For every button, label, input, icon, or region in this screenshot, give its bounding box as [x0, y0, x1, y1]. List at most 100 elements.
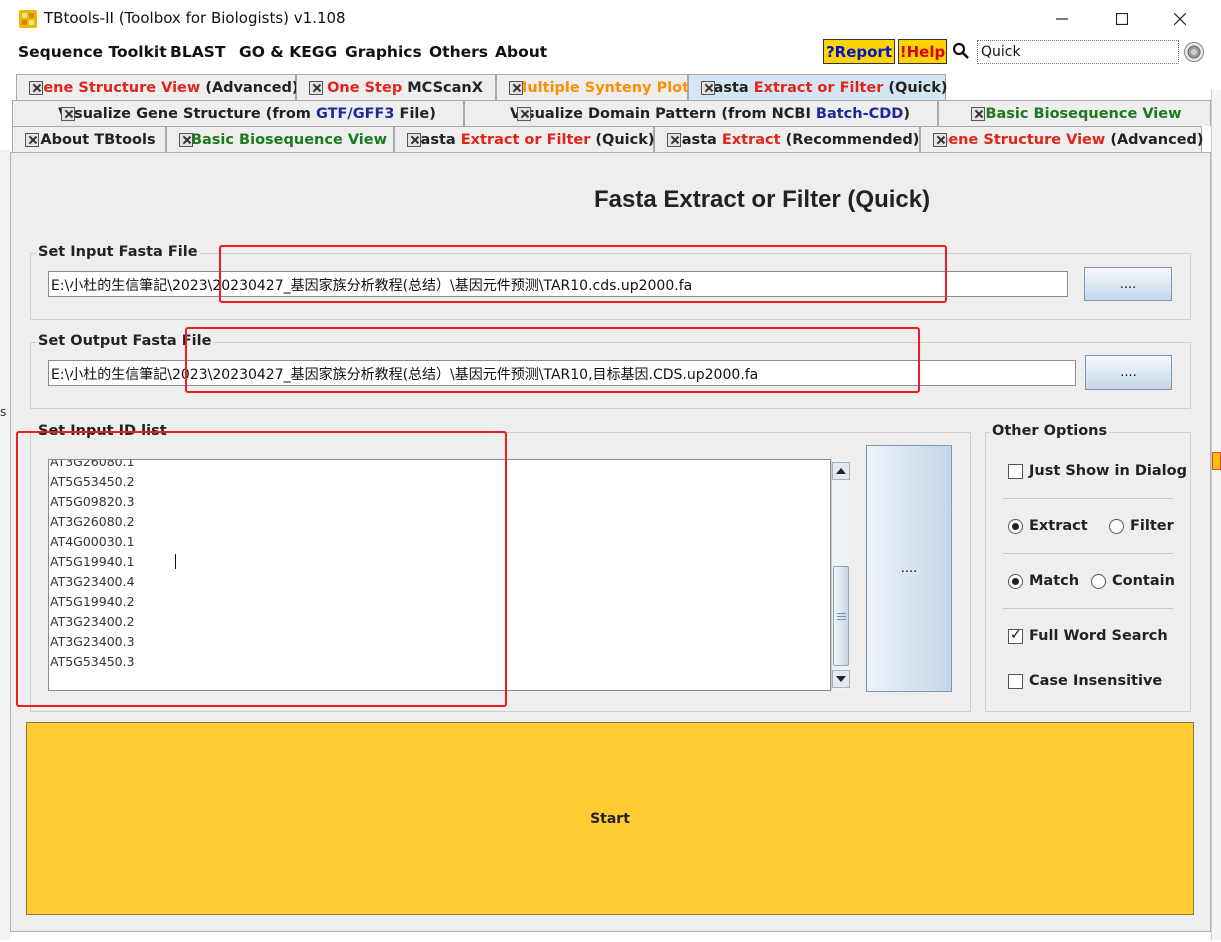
tab-label-part: One Step: [327, 79, 408, 96]
tab-visualize-gene-structure[interactable]: Visualize Gene Structure (from GTF/GFF3 …: [12, 100, 464, 126]
close-box-icon[interactable]: [701, 81, 715, 95]
start-button[interactable]: Start: [26, 722, 1194, 915]
tab-label: About TBtools: [40, 132, 155, 148]
close-button[interactable]: [1158, 4, 1202, 34]
tab-label-part: Basic Biosequence View: [985, 105, 1182, 122]
close-box-icon[interactable]: [29, 81, 43, 95]
background-window-left: [0, 150, 10, 940]
full-word-search-checkbox[interactable]: Full Word Search: [1008, 627, 1168, 644]
radio-icon: [1008, 573, 1023, 589]
menu-graphics[interactable]: Graphics: [345, 43, 422, 61]
tab-multiple-synteny-plot[interactable]: Multiple Synteny Plot: [496, 74, 690, 100]
output-fasta-browse-button[interactable]: ....: [1085, 355, 1172, 390]
annotation-box-idlist: [16, 431, 507, 707]
option-label: Full Word Search: [1029, 628, 1168, 644]
close-box-icon[interactable]: [309, 81, 323, 95]
radio-icon: [1008, 518, 1023, 534]
tab-label-part: Visualize Gene Structure (from: [58, 105, 316, 122]
checkbox-icon: [1008, 673, 1023, 689]
radio-icon: [1091, 573, 1106, 589]
case-insensitive-checkbox[interactable]: Case Insensitive: [1008, 673, 1162, 689]
menu-others[interactable]: Others: [429, 43, 488, 61]
page-title: Fasta Extract or Filter (Quick): [594, 186, 931, 213]
tab-about-tbtools[interactable]: About TBtools: [12, 126, 166, 152]
close-box-icon[interactable]: [25, 133, 39, 147]
tab-basic-biosequence-view-row2[interactable]: Basic Biosequence View: [938, 100, 1211, 126]
contain-radio[interactable]: Contain: [1091, 573, 1175, 589]
just-show-in-dialog-checkbox[interactable]: Just Show in Dialog: [1008, 463, 1187, 479]
help-button[interactable]: !Help: [898, 39, 947, 64]
option-label: Case Insensitive: [1029, 673, 1163, 689]
close-box-icon[interactable]: [667, 133, 681, 147]
checkbox-icon: [1008, 627, 1023, 644]
tab-label-part: Extract: [721, 131, 781, 148]
arrow-up-icon: [836, 468, 846, 474]
close-box-icon[interactable]: [509, 81, 523, 95]
tab-label-part: Extract or Filter: [753, 79, 884, 96]
close-box-icon[interactable]: [407, 133, 421, 147]
tab-label: Gene Structure View (Advanced): [31, 80, 298, 96]
tab-one-step-mcscanx[interactable]: One Step MCScanX: [296, 74, 496, 100]
minimize-icon: [1056, 18, 1068, 20]
tab-label-part: Gene Structure View: [31, 79, 201, 96]
close-box-icon[interactable]: [517, 107, 531, 121]
close-box-icon[interactable]: [61, 107, 75, 121]
separator: [1003, 553, 1173, 554]
tab-fasta-extract-recommended[interactable]: Fasta Extract (Recommended): [654, 126, 920, 152]
close-icon: [1174, 13, 1186, 25]
close-box-icon[interactable]: [971, 107, 985, 121]
tab-gene-structure-view-advanced-top[interactable]: Gene Structure View (Advanced): [16, 74, 299, 100]
menu-go-kegg[interactable]: GO & KEGG: [239, 43, 337, 61]
other-options-label: Other Options: [990, 423, 1110, 439]
menu-about[interactable]: About: [495, 43, 547, 61]
input-fasta-browse-button[interactable]: ....: [1084, 267, 1172, 301]
tab-gene-structure-view-advanced[interactable]: Gene Structure View (Advanced): [920, 126, 1204, 152]
tbtools-logo-icon: [19, 10, 37, 28]
tab-label-part: MCScanX: [407, 79, 483, 96]
gear-icon[interactable]: [1183, 41, 1205, 63]
tab-label: Fasta Extract (Recommended): [673, 132, 920, 148]
scroll-up-button[interactable]: [832, 462, 850, 480]
close-box-icon[interactable]: [179, 133, 193, 147]
extract-radio[interactable]: Extract: [1008, 518, 1088, 534]
tab-label-part: Multiple Synteny Plot: [512, 79, 690, 96]
tab-label: Basic Biosequence View: [985, 106, 1181, 122]
window-title: TBtools-II (Toolbox for Biologists) v1.1…: [44, 9, 346, 27]
minimize-button[interactable]: [1040, 4, 1084, 34]
tab-label: Fasta Extract or Filter (Quick): [411, 132, 654, 148]
input-fasta-label: Set Input Fasta File: [36, 244, 200, 260]
radio-icon: [1109, 518, 1124, 534]
tab-label-part: GTF/GFF3: [315, 105, 395, 122]
maximize-button[interactable]: [1100, 4, 1144, 34]
scroll-thumb[interactable]: [833, 566, 849, 666]
tab-basic-biosequence-view[interactable]: Basic Biosequence View: [166, 126, 394, 152]
match-radio[interactable]: Match: [1008, 573, 1079, 589]
close-box-icon[interactable]: [933, 133, 947, 147]
report-button[interactable]: ?Report: [823, 39, 895, 64]
tab-label: Fasta Extract or Filter (Quick): [704, 80, 947, 96]
menu-blast[interactable]: BLAST: [170, 43, 225, 61]
filter-radio[interactable]: Filter: [1109, 518, 1174, 534]
option-label: Match: [1029, 573, 1080, 589]
tab-fasta-extract-filter-quick-active[interactable]: Fasta Extract or Filter (Quick): [688, 74, 948, 100]
scroll-down-button[interactable]: [832, 670, 850, 688]
separator: [1003, 498, 1173, 499]
option-label: Just Show in Dialog: [1029, 463, 1187, 479]
id-list-browse-button[interactable]: ....: [866, 445, 952, 692]
id-list-scrollbar[interactable]: [831, 460, 850, 690]
tab-label-part: Gene Structure View: [936, 131, 1106, 148]
arrow-down-icon: [836, 676, 846, 682]
tab-label: One Step MCScanX: [327, 80, 483, 96]
tab-label: Visualize Gene Structure (from GTF/GFF3 …: [58, 106, 436, 122]
annotation-box-input: [219, 245, 947, 303]
maximize-icon: [1116, 13, 1128, 25]
tab-label-part: Extract or Filter: [460, 131, 591, 148]
option-label: Contain: [1112, 573, 1175, 589]
background-window-right: [1211, 90, 1221, 940]
tab-fasta-extract-filter-quick[interactable]: Fasta Extract or Filter (Quick): [394, 126, 655, 152]
tab-label-part: (Recommended): [780, 131, 920, 148]
menu-sequence-toolkit[interactable]: Sequence Toolkit: [18, 43, 167, 61]
search-input[interactable]: [977, 40, 1179, 64]
tab-label-part: (Quick): [590, 131, 655, 148]
tab-visualize-domain-pattern[interactable]: Visualize Domain Pattern (from NCBI Batc…: [464, 100, 938, 126]
